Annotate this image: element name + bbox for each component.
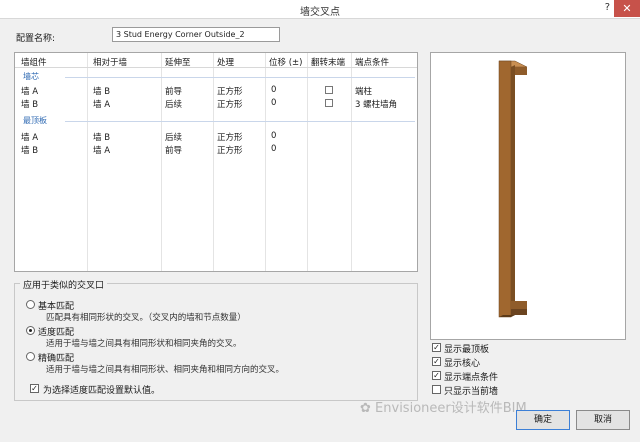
cell-extend[interactable]: 前导 [165,144,182,156]
moderate-match-radio[interactable] [26,326,35,335]
cell-offset[interactable]: 0 [271,131,276,141]
cell-treatment[interactable]: 正方形 [217,144,243,156]
help-button[interactable]: ? [605,2,610,13]
flip-end-checkbox[interactable] [325,99,333,107]
show-top-plate-checkbox[interactable]: ✓ [432,343,441,352]
cell-component: 墙 A [21,133,39,143]
cell-end-condition[interactable]: 3 螺柱墙角 [355,98,397,110]
basic-match-desc: 匹配具有相同形状的交叉。（交叉内的墙和节点数量） [46,313,246,323]
set-default-checkbox[interactable]: ✓ [30,384,39,393]
title-bar: 墙交叉点 ? ✕ [0,0,640,19]
column-divider [307,53,308,271]
intersection-table: 墙组件 相对于墙 延伸至 处理 位移 (±) 翻转末端 端点条件 墙芯 墙 A … [14,52,418,272]
preview-panel[interactable] [430,52,626,340]
watermark-text: Envisioneer设计软件BIM [375,401,527,416]
group-divider [65,77,415,78]
cell-extend[interactable]: 后续 [165,131,182,143]
group-divider [65,121,415,122]
group-label-core: 墙芯 [23,72,39,81]
cell-treatment[interactable]: 正方形 [217,85,243,97]
cell-extend[interactable]: 前导 [165,85,182,97]
cell-end-condition[interactable]: 端柱 [355,85,372,97]
show-current-wall-only-label[interactable]: 只显示当前墙 [444,384,498,397]
cell-treatment[interactable]: 正方形 [217,98,243,110]
cell-component: 墙 B [21,100,39,110]
cell-treatment[interactable]: 正方形 [217,131,243,143]
config-name-label: 配置名称: [16,34,56,44]
cancel-button[interactable]: 取消 [576,410,630,430]
show-top-plate-label[interactable]: 显示最顶板 [444,342,489,355]
column-divider [351,53,352,271]
cell-relative: 墙 A [93,100,111,110]
ok-button[interactable]: 确定 [516,410,570,430]
moderate-match-desc: 适用于墙与墙之间具有相同形状和相同夹角的交叉。 [46,339,242,349]
window-title: 墙交叉点 [300,7,340,18]
column-divider [87,53,88,271]
close-button[interactable]: ✕ [614,0,640,17]
column-divider [213,53,214,271]
cell-relative: 墙 A [93,146,111,156]
apply-similar-legend: 应用于类似的交叉口 [20,278,108,291]
cell-component: 墙 B [21,146,39,156]
show-end-condition-label[interactable]: 显示端点条件 [444,370,498,383]
cell-extend[interactable]: 后续 [165,98,182,110]
watermark: ✿ Envisioneer设计软件BIM [360,397,527,416]
group-label-top-plate: 最顶板 [23,116,47,125]
cell-relative: 墙 B [93,87,111,97]
basic-match-radio[interactable] [26,300,35,309]
header-divider [15,67,417,68]
show-current-wall-only-checkbox[interactable] [432,385,441,394]
cell-offset[interactable]: 0 [271,98,276,108]
exact-match-desc: 适用于墙与墙之间具有相同形状、相同夹角和相同方向的交叉。 [46,365,285,375]
column-divider [265,53,266,271]
cell-offset[interactable]: 0 [271,85,276,95]
cell-component: 墙 A [21,87,39,97]
exact-match-radio[interactable] [26,352,35,361]
wall-intersection-3d-preview [498,60,528,318]
cell-offset[interactable]: 0 [271,144,276,154]
config-name-input[interactable] [112,27,280,42]
flip-end-checkbox[interactable] [325,86,333,94]
show-core-label[interactable]: 显示核心 [444,356,480,369]
wechat-icon: ✿ [360,401,371,416]
show-core-checkbox[interactable]: ✓ [432,357,441,366]
column-divider [161,53,162,271]
set-default-label[interactable]: 为选择适度匹配设置默认值。 [43,383,160,396]
cell-relative: 墙 B [93,133,111,143]
show-end-condition-checkbox[interactable]: ✓ [432,371,441,380]
